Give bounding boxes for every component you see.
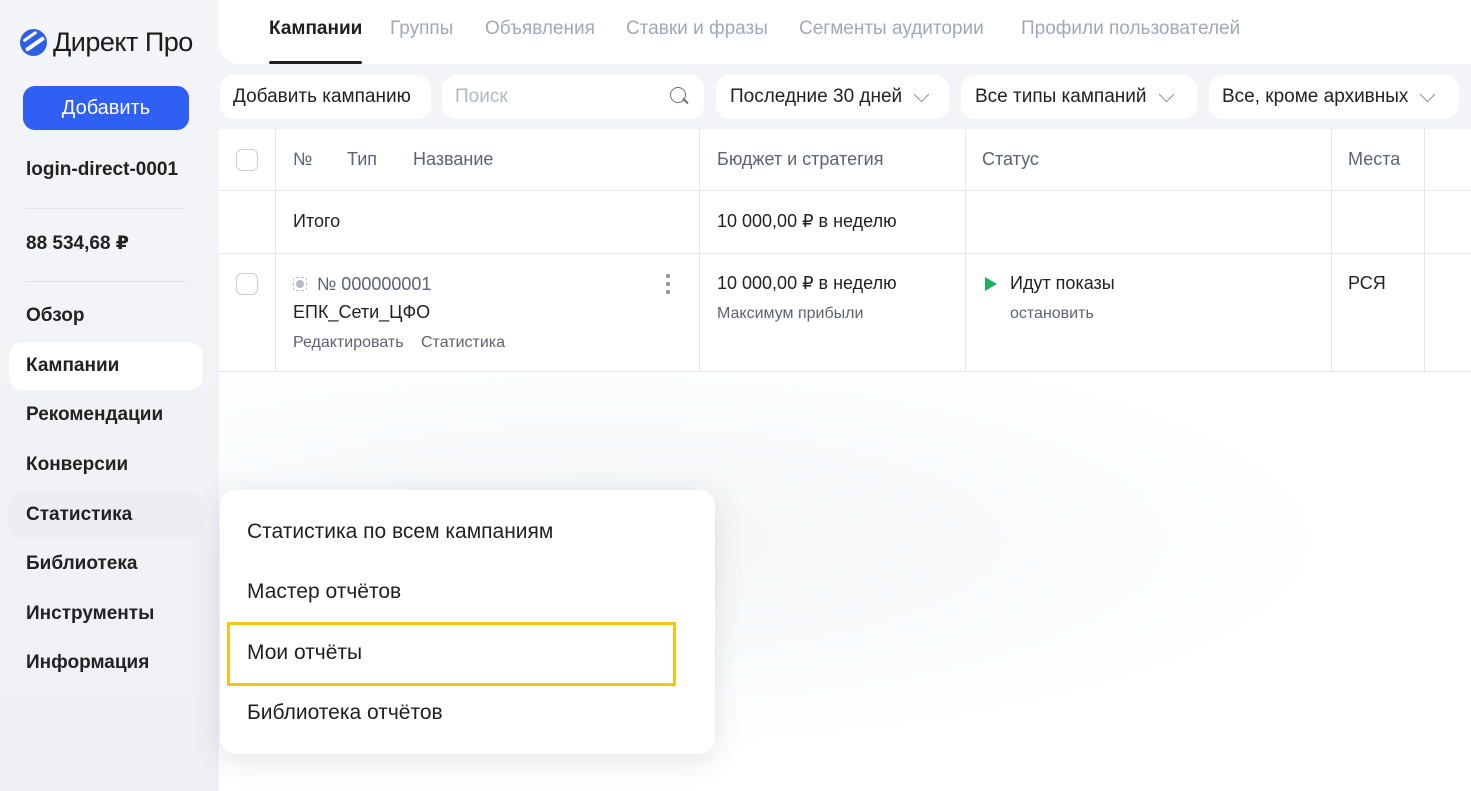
total-budget: 10 000,00 ₽ в неделю [717, 211, 897, 231]
column-divider [1331, 129, 1332, 372]
tab-ads[interactable]: Объявления [485, 18, 595, 40]
stop-link[interactable]: остановить [1010, 305, 1094, 323]
column-divider [965, 129, 966, 372]
archive-select[interactable]: Все, кроме архивных [1209, 75, 1459, 119]
menu-item-report-wizard[interactable]: Мастер отчётов [247, 580, 401, 604]
tab-user-profiles[interactable]: Профили пользователей [1021, 18, 1240, 40]
sidebar-item-conversions[interactable]: Конверсии [9, 441, 203, 489]
period-value: Последние 30 дней [730, 86, 903, 107]
account-balance[interactable]: 88 534,68 ₽ [26, 232, 129, 255]
sidebar-item-campaigns[interactable]: Кампании [9, 342, 203, 390]
logo[interactable]: Директ Про [20, 26, 193, 58]
campaign-type-icon [293, 277, 307, 291]
chevron-down-icon [1420, 86, 1436, 102]
play-icon [985, 277, 997, 291]
select-all-checkbox[interactable] [236, 149, 258, 171]
sidebar-item-recommendations[interactable]: Рекомендации [9, 391, 203, 439]
direct-logo-icon [20, 28, 47, 56]
column-divider [275, 129, 276, 372]
more-actions-icon[interactable] [665, 274, 671, 296]
highlight-frame [227, 622, 676, 686]
tab-campaigns[interactable]: Кампании [269, 18, 362, 40]
sidebar-item-overview[interactable]: Обзор [9, 292, 203, 340]
menu-item-reports-library[interactable]: Библиотека отчётов [247, 701, 443, 725]
account-login[interactable]: login-direct-0001 [26, 159, 178, 181]
column-header-places[interactable]: Места [1348, 149, 1400, 170]
add-button[interactable]: Добавить [23, 86, 189, 130]
add-campaign-label: Добавить кампанию [233, 86, 411, 107]
campaign-type-value: Все типы кампаний [975, 86, 1147, 107]
row-divider [219, 253, 1471, 254]
column-divider [1424, 129, 1425, 372]
sidebar-item-library[interactable]: Библиотека [9, 540, 203, 588]
statistics-link[interactable]: Статистика [421, 334, 505, 352]
column-header-number[interactable]: № [293, 149, 312, 170]
column-header-name[interactable]: Название [413, 149, 493, 170]
active-tab-indicator [269, 61, 362, 64]
total-label: Итого [293, 211, 341, 231]
search-placeholder: Поиск [455, 86, 508, 107]
tab-groups[interactable]: Группы [390, 18, 453, 40]
edit-link[interactable]: Редактировать [293, 334, 404, 352]
tab-audience-segments[interactable]: Сегменты аудитории [799, 18, 984, 40]
sidebar-item-statistics[interactable]: Статистика [9, 491, 203, 539]
column-header-type[interactable]: Тип [347, 149, 377, 170]
column-header-status[interactable]: Статус [982, 149, 1039, 170]
campaign-type-select[interactable]: Все типы кампаний [961, 75, 1197, 119]
campaign-number: № 000000001 [317, 274, 432, 294]
archive-value: Все, кроме архивных [1222, 86, 1409, 107]
search-input[interactable]: Поиск [442, 75, 704, 119]
logo-text: Директ Про [53, 26, 193, 57]
tab-bids-phrases[interactable]: Ставки и фразы [626, 18, 768, 40]
period-select[interactable]: Последние 30 дней [716, 75, 949, 119]
campaign-budget: 10 000,00 ₽ в неделю [717, 273, 897, 293]
sidebar-item-tools[interactable]: Инструменты [9, 590, 203, 638]
divider [26, 281, 186, 282]
column-divider [699, 129, 700, 372]
campaign-status: Идут показы [1010, 273, 1115, 293]
chevron-down-icon [1158, 86, 1174, 102]
sidebar-item-info[interactable]: Информация [9, 639, 203, 687]
menu-item-all-campaigns-stats[interactable]: Статистика по всем кампаниям [247, 520, 553, 544]
search-icon[interactable] [670, 87, 688, 105]
row-checkbox[interactable] [236, 273, 258, 295]
add-campaign-button[interactable]: Добавить кампанию [220, 75, 431, 119]
row-divider [219, 371, 1471, 372]
campaign-places: РСЯ [1348, 273, 1386, 293]
column-header-budget[interactable]: Бюджет и стратегия [717, 149, 883, 170]
campaign-name[interactable]: ЕПК_Сети_ЦФО [293, 302, 430, 323]
row-divider [219, 190, 1471, 191]
divider [26, 208, 186, 209]
campaign-strategy[interactable]: Максимум прибыли [717, 305, 863, 323]
chevron-down-icon [913, 86, 930, 102]
sidebar: Директ Про Добавить login-direct-0001 88… [0, 0, 219, 791]
